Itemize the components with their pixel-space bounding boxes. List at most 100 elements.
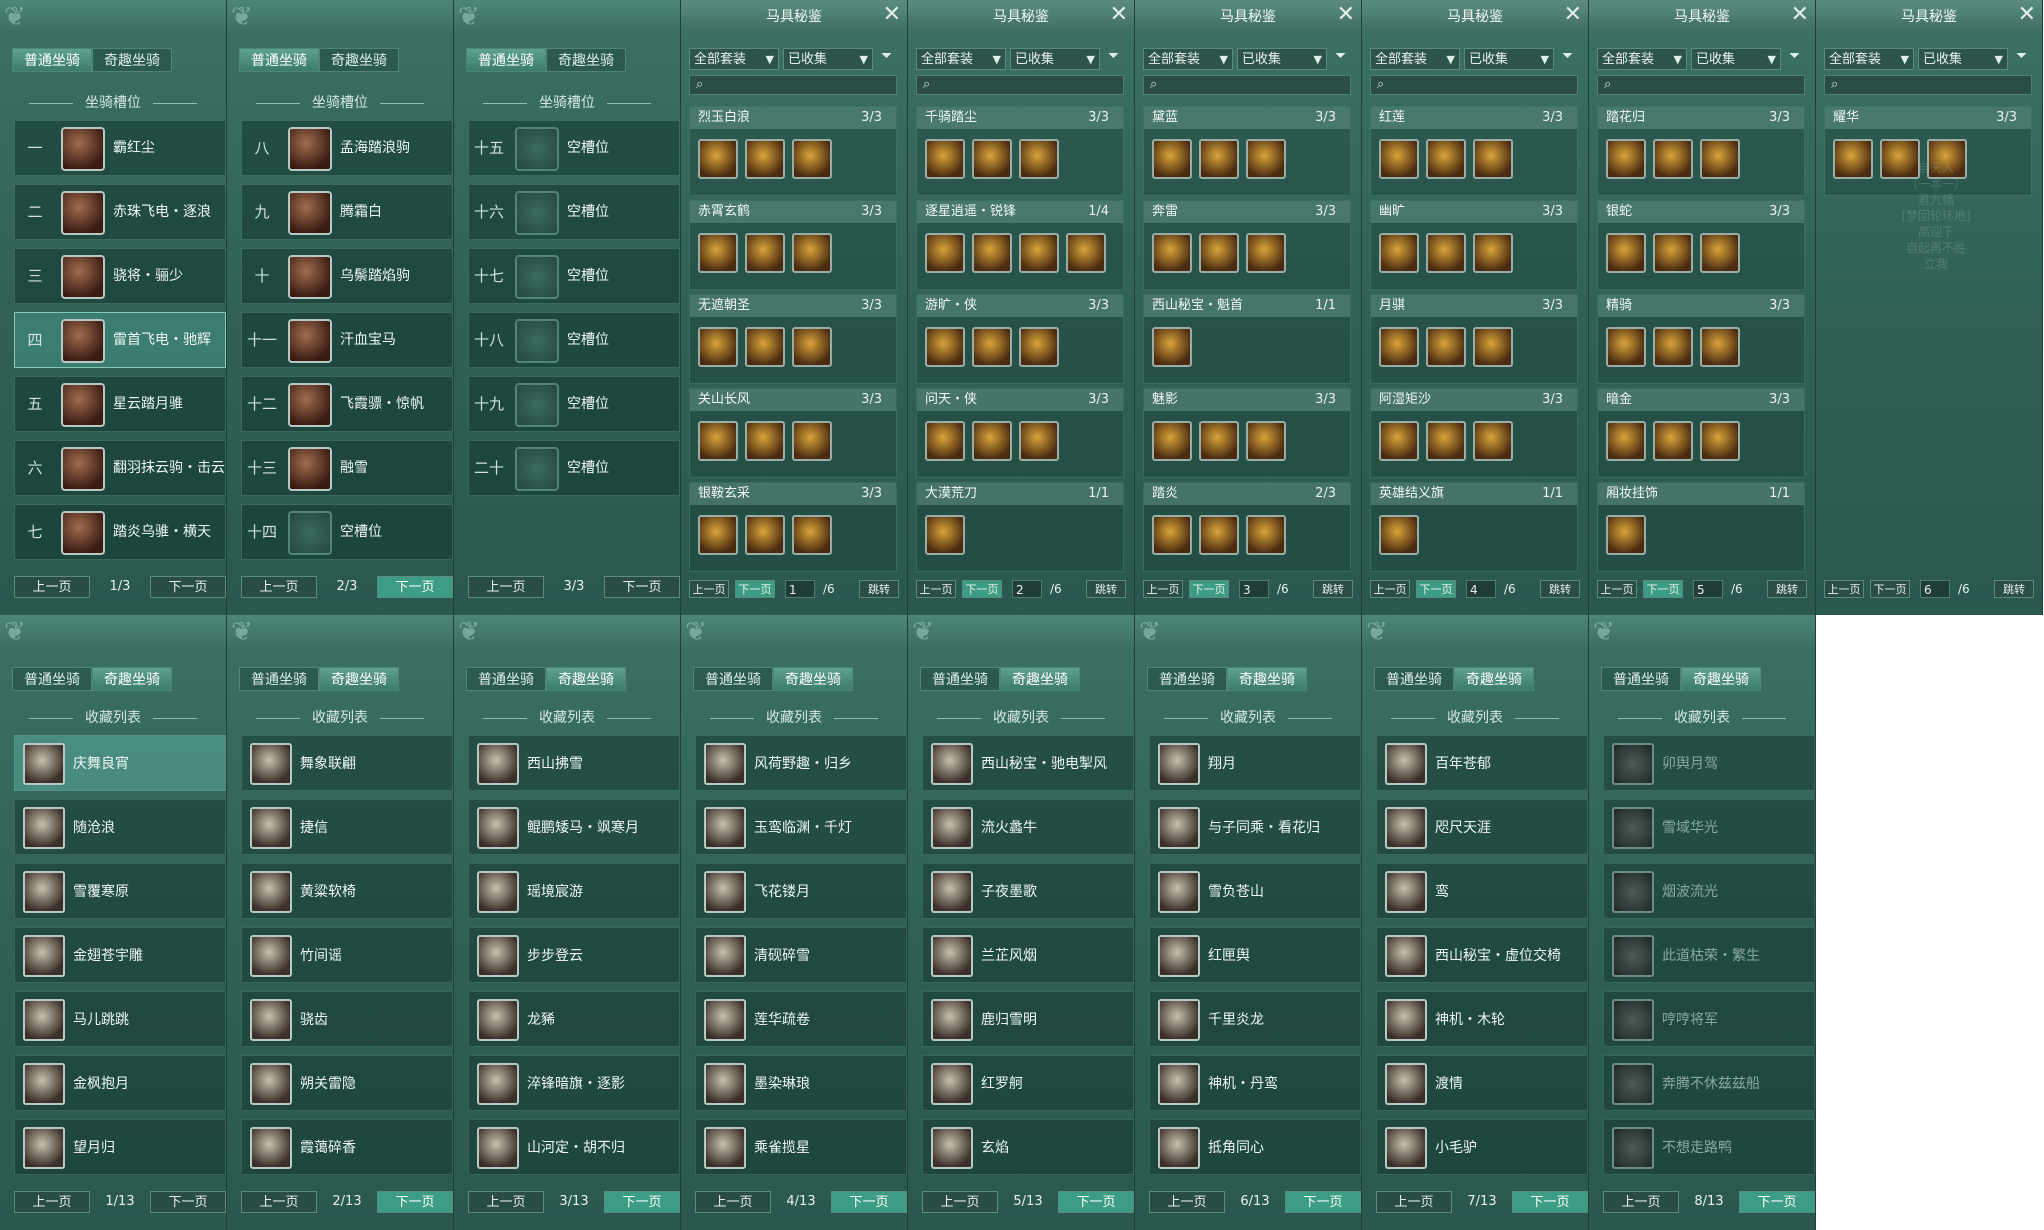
set-filter-dropdown[interactable]: 全部套装 ▼ [1824,48,1914,70]
collection-item[interactable]: 流火蠡牛 [922,799,1134,855]
collection-item[interactable]: 朔关雷隐 [241,1055,453,1111]
collection-item[interactable]: 乘雀揽星 [695,1119,907,1175]
collection-item[interactable]: 玄焰 [922,1119,1134,1175]
search-input[interactable]: ⌕ [689,75,897,95]
gear-piece-icon[interactable] [1606,421,1646,461]
gear-set-card[interactable]: 踏炎 2/3 [1143,482,1351,572]
collection-item[interactable]: 奔腾不休兹兹船 [1603,1055,1815,1111]
next-page-button[interactable]: 下一页 [1285,1191,1361,1213]
collection-item[interactable]: 咫尺天涯 [1376,799,1588,855]
collection-item[interactable]: 神机・丹鸾 [1149,1055,1361,1111]
gear-piece-icon[interactable] [1700,327,1740,367]
gear-set-card[interactable]: 阿湿矩沙 3/3 [1370,388,1578,478]
tab-fun-mounts[interactable]: 奇趣坐骑 [773,667,853,691]
set-filter-dropdown[interactable]: 全部套装 ▼ [916,48,1006,70]
collection-item[interactable]: 渡情 [1376,1055,1588,1111]
jump-button[interactable]: 跳转 [1313,580,1353,598]
collection-item[interactable]: 雪域华光 [1603,799,1815,855]
mount-slot[interactable]: 一 霸红尘 [14,120,226,176]
gear-piece-icon[interactable] [1426,327,1466,367]
collection-item[interactable]: 雪负苍山 [1149,863,1361,919]
next-page-button[interactable]: 下一页 [962,580,1002,598]
gear-piece-icon[interactable] [925,421,965,461]
gear-piece-icon[interactable] [1152,139,1192,179]
tab-normal-mounts[interactable]: 普通坐骑 [239,667,319,691]
gear-piece-icon[interactable] [1379,515,1419,555]
gear-piece-icon[interactable] [1199,233,1239,273]
collection-item[interactable]: 金枫抱月 [14,1055,226,1111]
collection-item[interactable]: 西山秘宝・虚位交椅 [1376,927,1588,983]
collection-item[interactable]: 百年苍郁 [1376,735,1588,791]
gear-piece-icon[interactable] [1473,139,1513,179]
next-page-button[interactable]: 下一页 [735,580,775,598]
close-icon[interactable]: ✕ [1337,2,1355,27]
collection-item[interactable]: 千里炎龙 [1149,991,1361,1047]
collected-filter-dropdown[interactable]: 已收集 ▼ [1237,48,1327,70]
next-page-button[interactable]: 下一页 [1643,580,1683,598]
gear-piece-icon[interactable] [1019,327,1059,367]
next-page-button[interactable]: 下一页 [604,576,680,598]
gear-piece-icon[interactable] [1152,421,1192,461]
collection-item[interactable]: 黄粱软椅 [241,863,453,919]
collection-item[interactable]: 翔月 [1149,735,1361,791]
close-icon[interactable]: ✕ [1564,2,1582,27]
collection-item[interactable]: 墨染琳琅 [695,1055,907,1111]
gear-set-card[interactable]: 西山秘宝・魁首 1/1 [1143,294,1351,384]
collected-filter-dropdown[interactable]: 已收集 ▼ [1010,48,1100,70]
collection-item[interactable]: 鲲鹏矮马・飒寒月 [468,799,680,855]
funnel-icon[interactable]: ⏷ [881,48,892,64]
collection-item[interactable]: 随沧浪 [14,799,226,855]
next-page-button[interactable]: 下一页 [1739,1191,1815,1213]
gear-piece-icon[interactable] [925,233,965,273]
gear-piece-icon[interactable] [1700,421,1740,461]
gear-piece-icon[interactable] [1019,139,1059,179]
gear-piece-icon[interactable] [1379,421,1419,461]
mount-slot[interactable]: 六 翻羽抹云驹・击云 [14,440,226,496]
gear-piece-icon[interactable] [698,327,738,367]
close-icon[interactable]: ✕ [2018,2,2036,27]
tab-normal-mounts[interactable]: 普通坐骑 [12,667,92,691]
page-number-input[interactable]: 6 [1920,580,1950,598]
gear-piece-icon[interactable] [792,139,832,179]
gear-piece-icon[interactable] [1246,515,1286,555]
gear-piece-icon[interactable] [1152,515,1192,555]
gear-piece-icon[interactable] [698,139,738,179]
gear-piece-icon[interactable] [792,421,832,461]
collection-item[interactable]: 烟波流光 [1603,863,1815,919]
gear-piece-icon[interactable] [1700,233,1740,273]
collection-item[interactable]: 子夜墨歌 [922,863,1134,919]
mount-slot[interactable]: 十四 空槽位 [241,504,453,560]
gear-piece-icon[interactable] [745,233,785,273]
prev-page-button[interactable]: 上一页 [916,580,956,598]
funnel-icon[interactable]: ⏷ [1789,48,1800,64]
gear-set-card[interactable]: 烈玉白浪 3/3 [689,106,897,196]
search-input[interactable]: ⌕ [1597,75,1805,95]
gear-piece-icon[interactable] [1426,139,1466,179]
funnel-icon[interactable]: ⏷ [1562,48,1573,64]
jump-button[interactable]: 跳转 [1540,580,1580,598]
mount-slot[interactable]: 八 孟海踏浪驹 [241,120,453,176]
prev-page-button[interactable]: 上一页 [468,576,544,598]
jump-button[interactable]: 跳转 [1994,580,2034,598]
mount-slot[interactable]: 十一 汗血宝马 [241,312,453,368]
gear-piece-icon[interactable] [1152,233,1192,273]
collection-item[interactable]: 金翅苍宇雕 [14,927,226,983]
page-number-input[interactable]: 5 [1693,580,1723,598]
gear-piece-icon[interactable] [1653,421,1693,461]
tab-fun-mounts[interactable]: 奇趣坐骑 [92,667,172,691]
gear-piece-icon[interactable] [1379,139,1419,179]
mount-slot[interactable]: 四 雷首飞电・驰辉 [14,312,226,368]
gear-piece-icon[interactable] [698,515,738,555]
gear-piece-icon[interactable] [1653,139,1693,179]
tab-fun-mounts[interactable]: 奇趣坐骑 [1681,667,1761,691]
gear-piece-icon[interactable] [1426,233,1466,273]
gear-piece-icon[interactable] [1606,139,1646,179]
gear-set-card[interactable]: 银鞍玄采 3/3 [689,482,897,572]
search-input[interactable]: ⌕ [1824,75,2032,95]
prev-page-button[interactable]: 上一页 [241,576,317,598]
gear-set-card[interactable]: 厢妆挂饰 1/1 [1597,482,1805,572]
prev-page-button[interactable]: 上一页 [1149,1191,1225,1213]
collection-item[interactable]: 此道枯荣・繁生 [1603,927,1815,983]
next-page-button[interactable]: 下一页 [1058,1191,1134,1213]
search-input[interactable]: ⌕ [916,75,1124,95]
